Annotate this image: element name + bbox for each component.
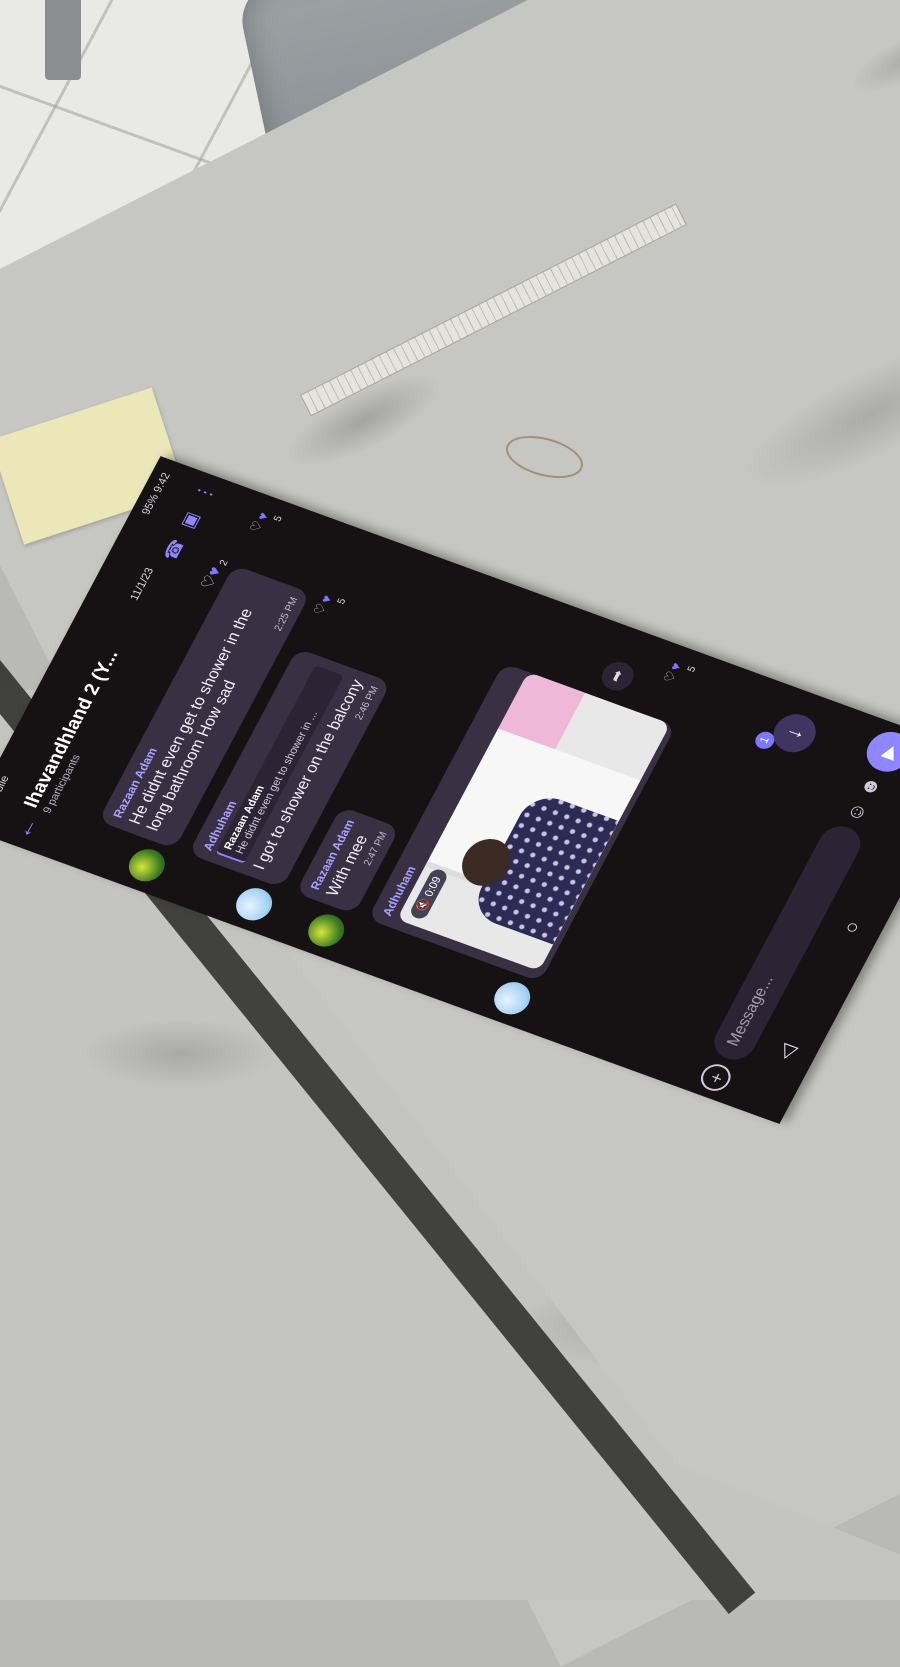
reaction-count: 5 [271, 514, 285, 524]
reaction-count: 2 [217, 558, 231, 568]
plus-icon[interactable]: + [695, 1060, 736, 1095]
battery-label: 95% [139, 492, 162, 517]
more-vertical-icon[interactable]: ⋮ [191, 481, 219, 504]
emoji-icon[interactable]: ☺ [841, 799, 872, 825]
avatar[interactable] [487, 977, 537, 1020]
clock-label: 9:42 [151, 471, 173, 495]
triangle-back-icon[interactable]: ◁ [771, 1040, 802, 1062]
reaction-count: 5 [685, 664, 699, 674]
avatar[interactable] [301, 909, 351, 952]
chair-leg [45, 0, 81, 80]
mic-icon[interactable]: ▶ [859, 725, 900, 778]
avatar[interactable] [123, 844, 172, 887]
circle-home-icon[interactable]: ○ [838, 918, 866, 937]
arrow-left-icon[interactable]: ← [9, 814, 44, 842]
avatar[interactable] [229, 883, 278, 925]
video-icon[interactable]: ▣ [176, 509, 204, 531]
message-reactions[interactable]: ♡ ♥ 5 [660, 660, 698, 685]
phone-icon[interactable]: ☎ [159, 536, 189, 563]
reaction-count: 5 [335, 597, 349, 606]
date-label: 11/1/23 [128, 566, 157, 603]
share-icon[interactable]: ➦ [596, 657, 639, 695]
duration-label: 0:09 [422, 875, 444, 899]
message-reactions[interactable]: ♡ ♥ 5 [310, 593, 348, 617]
sticker-icon[interactable]: ☻ [855, 773, 887, 800]
